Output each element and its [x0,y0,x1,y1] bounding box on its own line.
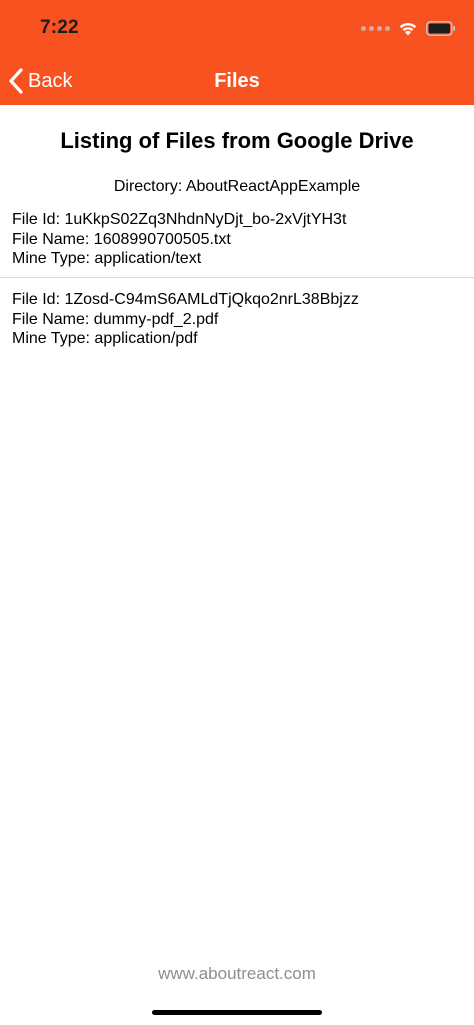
file-list: File Id: 1uKkpS02Zq3NhdnNyDjt_bo-2xVjtYH… [0,208,474,349]
file-id: File Id: 1uKkpS02Zq3NhdnNyDjt_bo-2xVjtYH… [12,211,347,228]
list-item: File Id: 1uKkpS02Zq3NhdnNyDjt_bo-2xVjtYH… [0,208,474,278]
file-mime-type: Mine Type: application/pdf [12,330,198,347]
screen: 7:22 Files Back Listing of Files from Go… [0,0,474,1025]
home-indicator [152,1010,322,1015]
file-name: File Name: 1608990700505.txt [12,230,231,248]
navigation-bar: Files Back [0,58,474,105]
directory-label: Directory: AboutReactAppExample [113,178,361,195]
status-time: 7:22 [40,17,79,38]
battery-icon [426,20,455,36]
back-button[interactable]: Back [8,64,72,98]
chevron-left-icon [9,68,23,94]
page-title: Listing of Files from Google Drive [60,128,414,153]
file-name: File Name: dummy-pdf_2.pdf [12,310,219,328]
wifi-icon [399,22,417,35]
back-label: Back [28,69,73,92]
signal-icon [361,25,390,31]
file-mime-type: Mine Type: application/text [12,250,202,267]
status-bar: 7:22 [0,0,474,58]
list-item: File Id: 1Zosd-C94mS6AMLdTjQkqo2nrL38Bbj… [0,278,474,349]
status-icons [361,18,456,38]
file-id: File Id: 1Zosd-C94mS6AMLdTjQkqo2nrL38Bbj… [12,291,359,308]
footer-link[interactable]: www.aboutreact.com [0,964,474,984]
